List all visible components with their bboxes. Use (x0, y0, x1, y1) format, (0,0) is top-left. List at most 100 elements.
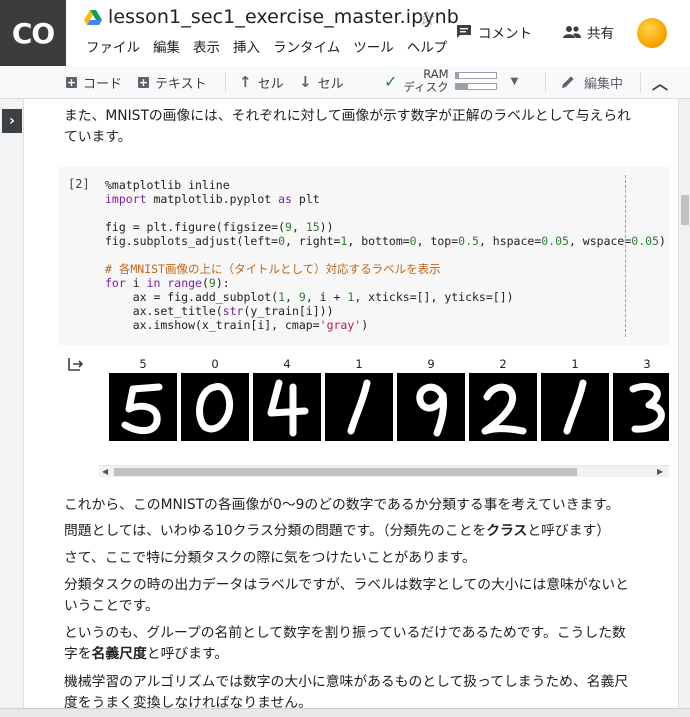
text-run: と呼びます。 (146, 646, 229, 662)
edit-mode-button[interactable]: 編集中 (560, 66, 623, 98)
digit-glyph (196, 383, 234, 433)
output-horizontal-scrollbar[interactable]: ◀ ▶ (99, 465, 669, 477)
people-icon (563, 26, 581, 38)
add-code-button[interactable]: + コード (66, 66, 122, 98)
digit-label: 1 (355, 357, 363, 371)
plus-icon: + (138, 75, 149, 89)
digit-label: 5 (139, 357, 147, 371)
toolbar-divider (640, 72, 641, 92)
add-text-button[interactable]: + テキスト (138, 66, 207, 98)
mnist-digit-image (469, 373, 537, 441)
digit-label: 1 (571, 357, 579, 371)
user-avatar[interactable] (637, 18, 667, 48)
left-sidebar: › (0, 99, 24, 717)
menu-bar: ファイル 編集 表示 挿入 ランタイム ツール ヘルプ (86, 40, 460, 56)
add-text-label: テキスト (155, 76, 207, 92)
digit-glyph (629, 382, 665, 433)
paragraph-4: 分類タスクの時の出力データはラベルですが、ラベルは数字としての大小には意味がない… (64, 575, 634, 617)
menu-file[interactable]: ファイル (86, 40, 140, 56)
edit-mode-label: 編集中 (584, 76, 624, 92)
code-editor[interactable]: %matplotlib inline import matplotlib.pyp… (105, 178, 666, 332)
digit-stroke (121, 383, 163, 434)
digit-stroke (196, 383, 234, 433)
scrollbar-thumb[interactable] (114, 468, 577, 476)
check-icon: ✓ (384, 71, 398, 91)
menu-help[interactable]: ヘルプ (407, 40, 448, 56)
paragraph-2: 問題としては、いわゆる10クラス分類の問題です。（分類先のことをクラスと呼びます… (64, 521, 634, 542)
menu-view[interactable]: 表示 (193, 40, 220, 56)
scrollbar-thumb[interactable] (681, 195, 689, 225)
output-digit-images: 5 0 4 1 9 2 1 3 (109, 357, 669, 443)
scroll-left-icon[interactable]: ◀ (102, 466, 108, 478)
digit-label: 9 (427, 357, 435, 371)
ram-bar (454, 72, 497, 79)
intro-text: また、MNISTの画像には、それぞれに対して画像が示す数字が正解のラベルとして与… (64, 108, 631, 145)
digit-stroke (481, 383, 527, 435)
resource-monitor[interactable]: ✓ RAM ディスク ▼ (384, 68, 518, 94)
sidebar-toggle-button[interactable]: › (2, 109, 22, 133)
menu-runtime[interactable]: ランタイム (273, 40, 340, 56)
digit-stroke (416, 383, 447, 437)
toolbar-divider (545, 72, 546, 92)
text-run: 機械学習のアルゴリズムでは数字の大小に意味があるものとして扱ってしまうため、名義… (64, 674, 629, 711)
disk-bar (454, 83, 497, 90)
mnist-digit-image (253, 373, 321, 441)
text-run: これから、このMNISTの各画像が0～9のどの数字であるか分類する事を考えていき… (64, 497, 620, 513)
share-label: 共有 (587, 26, 614, 42)
text-run: さて、ここで特に分類タスクの際に気をつけたいことがあります。 (64, 550, 476, 566)
app-header: CO lesson1_sec1_exercise_master.ipynb ☆ … (0, 0, 690, 66)
scroll-right-icon[interactable]: ▶ (657, 466, 663, 478)
mnist-digit-image (109, 373, 177, 441)
code-cell[interactable]: [2] %matplotlib inline import matplotlib… (58, 167, 670, 345)
star-icon[interactable]: ☆ (418, 6, 436, 30)
digit-glyph (481, 383, 527, 435)
menu-insert[interactable]: 挿入 (233, 40, 260, 56)
move-cell-down-button[interactable]: ↓ セル (299, 66, 344, 98)
digit-glyph (121, 383, 163, 434)
google-drive-icon[interactable] (84, 10, 102, 26)
arrow-up-icon: ↑ (239, 73, 252, 91)
colab-logo[interactable]: CO (0, 0, 66, 66)
chevron-down-icon[interactable]: ▼ (511, 76, 519, 87)
digit-label: 0 (211, 357, 219, 371)
menu-edit[interactable]: 編集 (153, 40, 180, 56)
text-run: 分類タスクの時の出力データはラベルですが、ラベルは数字としての大小には意味がない… (64, 577, 629, 614)
mnist-digit-image (181, 373, 249, 441)
text-run: 問題としては、いわゆる10クラス分類の問題です。（分類先のことを (64, 523, 487, 539)
move-cell-up-label: セル (257, 76, 284, 92)
share-button[interactable]: 共有 (563, 22, 614, 42)
digit-glyph (267, 379, 309, 437)
ram-bar-fill (455, 73, 459, 78)
notebook-toolbar: + コード + テキスト ↑ セル ↓ セル ✓ RAM ディスク ▼ 編集中 … (0, 66, 690, 99)
digit-label: 2 (499, 357, 507, 371)
digit-label: 3 (643, 357, 651, 371)
digit-stroke (563, 379, 587, 435)
mnist-digit-image (325, 373, 393, 441)
comment-label: コメント (478, 26, 532, 42)
comment-button[interactable]: コメント (456, 22, 532, 42)
digit-glyph (347, 379, 371, 435)
disk-bar-fill (455, 84, 468, 89)
digit-glyph (563, 379, 587, 435)
digit-label: 4 (283, 357, 291, 371)
execution-count: [2] (68, 177, 90, 191)
move-cell-down-label: セル (317, 76, 344, 92)
digit-stroke (267, 379, 309, 437)
resource-bars (454, 72, 497, 90)
mnist-digit-image (541, 373, 609, 441)
paragraph-5: というのも、グループの名前として数字を割り振っているだけであるためです。こうした… (64, 623, 634, 665)
bottom-scroll-edge (0, 708, 690, 717)
page-vertical-scrollbar[interactable] (678, 99, 690, 717)
output-arrow-icon[interactable] (68, 357, 84, 371)
bold-term: クラス (486, 523, 528, 539)
digit-glyph (416, 383, 447, 437)
collapse-header-button[interactable]: ︿ (652, 70, 668, 94)
menu-tools[interactable]: ツール (353, 40, 394, 56)
chevron-up-icon: ︿ (652, 74, 669, 93)
notebook-title[interactable]: lesson1_sec1_exercise_master.ipynb (108, 6, 459, 28)
bold-term: 名義尺度 (91, 646, 147, 662)
digit-stroke (629, 382, 665, 433)
paragraph-1: これから、このMNISTの各画像が0～9のどの数字であるか分類する事を考えていき… (64, 495, 634, 516)
chevron-right-icon: › (9, 113, 15, 129)
move-cell-up-button[interactable]: ↑ セル (239, 66, 284, 98)
